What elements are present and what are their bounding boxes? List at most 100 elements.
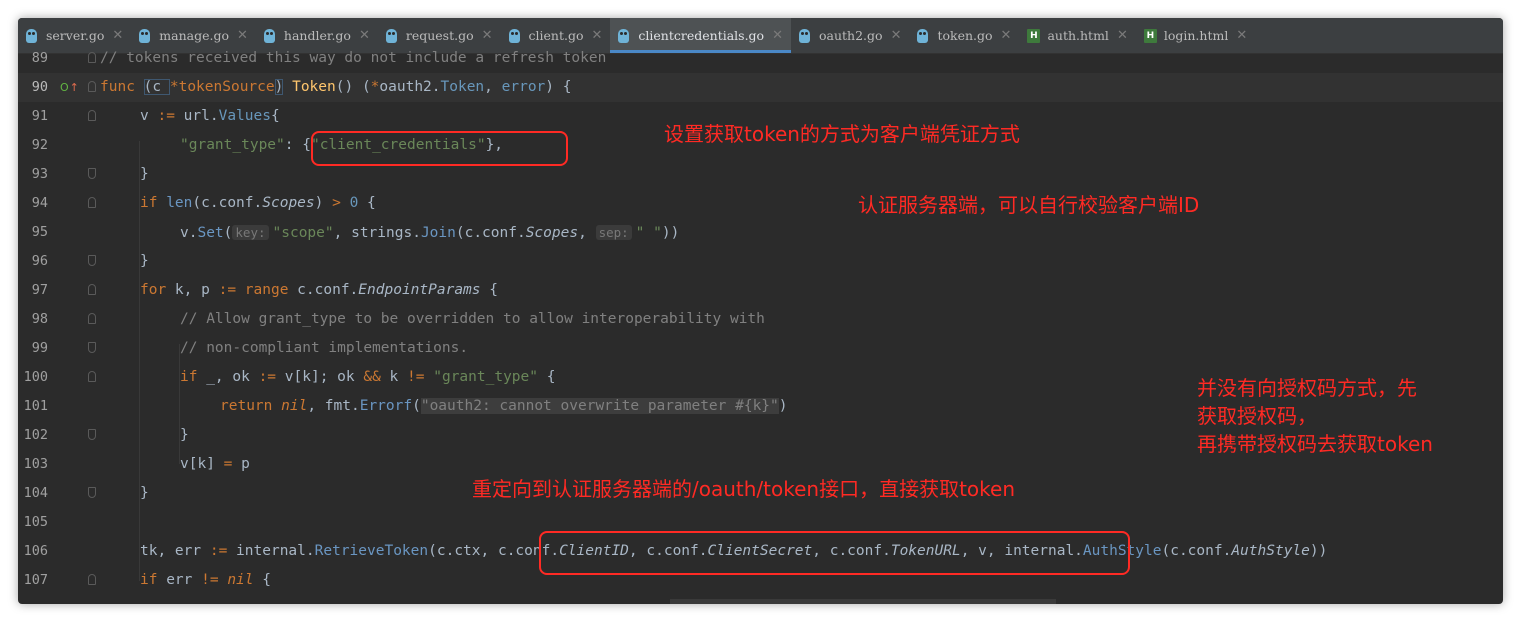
fold-marker-icon[interactable]: [88, 197, 96, 208]
annotation-no-auth-code-l1: 并没有向授权码方式，先: [1197, 376, 1417, 400]
code-line-98[interactable]: 98 // Allow grant_type to be overridden …: [18, 305, 1503, 334]
html-file-icon: H: [1143, 28, 1157, 43]
code-text: }: [140, 166, 149, 182]
line-number: 106: [23, 543, 48, 559]
close-icon[interactable]: ✕: [237, 28, 248, 43]
line-number: 96: [31, 253, 48, 269]
annotation-grant-type: 设置获取token的方式为客户端凭证方式: [664, 122, 1020, 146]
line-number: 99: [31, 340, 48, 356]
go-file-icon: [26, 28, 37, 43]
line-number: 105: [23, 514, 48, 530]
close-icon[interactable]: ✕: [359, 28, 370, 43]
code-text: // non-compliant implementations.: [180, 340, 469, 356]
code-line-95[interactable]: 95 v.Set(key: "scope", strings.Join(c.con…: [18, 218, 1503, 247]
tab-label: client.go: [528, 28, 584, 43]
tab-label: token.go: [937, 28, 993, 43]
fold-marker-icon[interactable]: [88, 110, 96, 121]
line-number: 92: [31, 137, 48, 153]
line-number: 102: [23, 427, 48, 443]
tab-label: server.go: [46, 28, 105, 43]
html-file-icon: H: [1027, 28, 1041, 43]
go-file-icon: [385, 28, 397, 43]
fold-marker-icon[interactable]: [88, 168, 96, 179]
line-number: 98: [31, 311, 48, 327]
code-line-94[interactable]: 94 if len(c.conf.Scopes) > 0 {: [18, 189, 1503, 218]
line-number: 100: [23, 369, 48, 385]
code-text: // Allow grant_type to be overridden to …: [180, 311, 765, 327]
tab-label: request.go: [405, 28, 474, 43]
fold-marker-icon[interactable]: [88, 52, 96, 63]
line-number: 95: [31, 224, 48, 240]
code-text: v.Set(key: "scope", strings.Join(c.conf.S…: [180, 225, 680, 241]
line-number: 93: [31, 166, 48, 182]
popup-edge: [670, 599, 1056, 604]
tab-label: oauth2.go: [819, 28, 883, 43]
line-number: 107: [23, 572, 48, 588]
line-number: 90: [31, 79, 48, 95]
highlight-box-grant-type: [311, 131, 568, 166]
line-number: 97: [31, 282, 48, 298]
code-line-99[interactable]: 99 // non-compliant implementations.: [18, 334, 1503, 363]
line-number: 94: [31, 195, 48, 211]
close-icon[interactable]: ✕: [1001, 28, 1012, 43]
code-text: v[k] = p: [180, 456, 250, 472]
code-line-93[interactable]: 93 }: [18, 160, 1503, 189]
close-icon[interactable]: ✕: [891, 28, 902, 43]
close-icon[interactable]: ✕: [1117, 28, 1128, 43]
close-icon[interactable]: ✕: [112, 28, 123, 43]
fold-marker-icon[interactable]: [88, 342, 96, 353]
fold-marker-icon[interactable]: [88, 371, 96, 382]
code-text: }: [180, 427, 189, 443]
close-icon[interactable]: ✕: [772, 28, 783, 43]
fold-marker-icon[interactable]: [88, 255, 96, 266]
annotation-no-auth-code-l2: 获取授权码，: [1197, 404, 1317, 428]
close-icon[interactable]: ✕: [482, 28, 493, 43]
code-text: return nil, fmt.Errorf("oauth2: cannot o…: [220, 398, 788, 414]
tab-label: handler.go: [283, 28, 351, 43]
param-hint: key:: [232, 225, 269, 240]
go-file-icon: [139, 28, 151, 43]
tab-label: clientcredentials.go: [638, 28, 765, 43]
go-file-icon: [508, 28, 520, 43]
code-line-96[interactable]: 96 }: [18, 247, 1503, 276]
tab-label: manage.go: [159, 28, 229, 43]
code-text: // tokens received this way do not inclu…: [100, 50, 607, 66]
ide-window: server.go ✕ manage.go ✕ handler.go ✕ request.g…: [18, 18, 1503, 604]
fold-marker-icon[interactable]: [88, 574, 96, 585]
fold-marker-icon[interactable]: [88, 81, 96, 92]
code-text: if len(c.conf.Scopes) > 0 {: [140, 195, 376, 211]
code-line-90[interactable]: 90 O↑ func (c *tokenSource) Token() (*oa…: [18, 73, 1503, 102]
line-number: 101: [23, 398, 48, 414]
line-number: 91: [31, 108, 48, 124]
annotation-no-auth-code-l3: 再携带授权码去获取token: [1197, 432, 1433, 456]
fold-marker-icon[interactable]: [88, 313, 96, 324]
code-line-89[interactable]: 89 // tokens received this way do not in…: [18, 44, 1503, 73]
highlight-box-credentials: [539, 531, 1130, 575]
line-number: 89: [31, 50, 48, 66]
param-hint: sep:: [595, 225, 632, 240]
fold-marker-icon[interactable]: [88, 487, 96, 498]
code-text: for k, p := range c.conf.EndpointParams …: [140, 282, 498, 298]
go-file-icon: [799, 28, 810, 43]
line-number: 104: [23, 485, 48, 501]
code-line-97[interactable]: 97 for k, p := range c.conf.EndpointPara…: [18, 276, 1503, 305]
fold-marker-icon[interactable]: [88, 284, 96, 295]
code-text: if err != nil {: [140, 572, 271, 588]
annotation-redirect-token: 重定向到认证服务器端的/oauth/token接口，直接获取token: [472, 477, 1016, 501]
tab-label: auth.html: [1047, 28, 1109, 43]
close-icon[interactable]: ✕: [592, 28, 603, 43]
go-file-icon: [917, 28, 929, 43]
go-file-icon: [618, 28, 630, 43]
implements-method-icon[interactable]: O↑: [60, 73, 79, 102]
code-text: v := url.Values{: [140, 108, 280, 124]
tab-label: login.html: [1163, 28, 1229, 43]
annotation-server-validate: 认证服务器端，可以自行校验客户端ID: [858, 193, 1200, 217]
code-text: if _, ok := v[k]; ok && k != "grant_type…: [180, 369, 556, 385]
code-text: func (c *tokenSource) Token() (*oauth2.T…: [100, 79, 572, 95]
line-number: 103: [23, 456, 48, 472]
fold-marker-icon[interactable]: [88, 429, 96, 440]
code-text: }: [140, 485, 149, 501]
go-file-icon: [263, 28, 275, 43]
close-icon[interactable]: ✕: [1236, 28, 1247, 43]
code-text: }: [140, 253, 149, 269]
